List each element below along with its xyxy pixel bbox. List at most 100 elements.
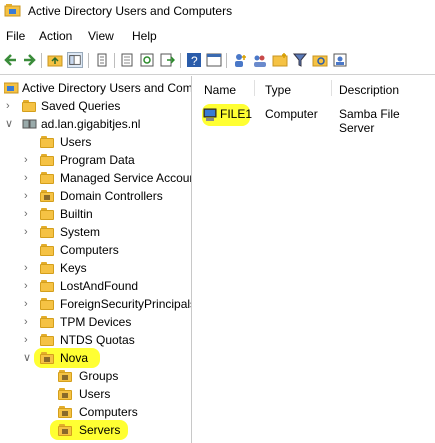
tree-item-domain-controllers[interactable]: › Domain Controllers <box>0 188 191 205</box>
table-row[interactable]: FILE1 Computer Samba File Server <box>196 106 435 135</box>
window-title: Active Directory Users and Computers <box>28 4 233 18</box>
tree-item-users[interactable]: Users <box>0 134 191 151</box>
column-header-type[interactable]: Type <box>265 83 291 97</box>
svg-text:?: ? <box>191 54 198 68</box>
tree-saved-queries[interactable]: › Saved Queries <box>0 98 191 115</box>
tree-item-foreign-security-principals[interactable]: › ForeignSecurityPrincipals <box>0 296 191 313</box>
menu-help[interactable]: Help <box>132 29 157 43</box>
tree-item-lostandfound[interactable]: › LostAndFound <box>0 278 191 295</box>
tree-item-nova-users[interactable]: Users <box>0 386 191 403</box>
tree-item-tpm-devices[interactable]: › TPM Devices <box>0 314 191 331</box>
chevron-right-icon[interactable]: › <box>24 316 34 328</box>
tree-item-label: Managed Service Accour <box>60 171 192 185</box>
folder-icon <box>40 334 56 346</box>
ou-folder-icon <box>40 352 56 364</box>
ou-folder-icon <box>58 424 74 436</box>
tree-item-label: Computers <box>79 405 138 419</box>
chevron-right-icon[interactable]: › <box>24 172 34 184</box>
column-header-name[interactable]: Name <box>204 83 236 97</box>
refresh-icon[interactable] <box>139 52 155 68</box>
domain-icon <box>22 119 37 129</box>
cell-description: Samba File Server <box>339 107 400 135</box>
chevron-right-icon[interactable]: › <box>24 334 34 346</box>
show-pane-icon[interactable] <box>67 52 83 68</box>
folder-icon <box>40 208 56 220</box>
tree-item-nova-groups[interactable]: Groups <box>0 368 191 385</box>
back-icon[interactable] <box>3 52 19 68</box>
toolbar-divider <box>0 74 435 75</box>
add-group-icon[interactable] <box>252 52 268 68</box>
ou-folder-icon <box>58 406 74 418</box>
tree-item-system[interactable]: › System <box>0 224 191 241</box>
tree-item-ntds-quotas[interactable]: › NTDS Quotas <box>0 332 191 349</box>
tree-item-nova-servers[interactable]: Servers <box>0 422 191 439</box>
ou-folder-icon <box>58 370 74 382</box>
delete-icon[interactable] <box>94 52 110 68</box>
tree-item-label: ForeignSecurityPrincipals <box>60 297 192 311</box>
tree-item-nova[interactable]: ∨ Nova <box>0 350 191 367</box>
details-pane[interactable]: Name Type Description FILE1 Computer Sam… <box>196 76 435 443</box>
folder-icon <box>40 154 56 166</box>
tree-item-label: TPM Devices <box>60 315 132 329</box>
tree-item-keys[interactable]: › Keys <box>0 260 191 277</box>
properties-icon[interactable] <box>119 52 135 68</box>
chevron-right-icon[interactable]: › <box>24 280 34 292</box>
ou-folder-icon <box>40 190 56 202</box>
chevron-right-icon[interactable]: › <box>24 226 34 238</box>
cell-name: FILE1 <box>220 107 253 121</box>
chevron-right-icon[interactable]: › <box>24 262 34 274</box>
chevron-down-icon[interactable]: ∨ <box>5 118 15 130</box>
console-icon[interactable] <box>206 52 222 68</box>
filter-icon[interactable] <box>292 52 308 68</box>
menu-action[interactable]: Action <box>39 29 72 43</box>
tree-item-label: Nova <box>60 351 89 365</box>
ou-folder-icon <box>58 388 74 400</box>
column-header-description[interactable]: Description <box>339 83 399 97</box>
menu-file[interactable]: File <box>6 29 25 43</box>
folder-icon <box>22 100 38 112</box>
tree-item-label: Users <box>60 135 92 149</box>
folder-icon <box>40 136 56 148</box>
menu-bar: File Action View Help <box>0 28 435 46</box>
add-user-icon[interactable] <box>232 52 248 68</box>
chevron-right-icon[interactable]: › <box>24 208 34 220</box>
tree-item-label: Domain Controllers <box>60 189 163 203</box>
tree-item-label: NTDS Quotas <box>60 333 135 347</box>
folder-icon <box>40 226 56 238</box>
tree-pane[interactable]: Active Directory Users and Com › Saved Q… <box>0 76 192 443</box>
export-icon[interactable] <box>159 52 175 68</box>
title-bar: Active Directory Users and Computers <box>0 0 435 24</box>
menu-view[interactable]: View <box>88 29 114 43</box>
folder-icon <box>40 172 56 184</box>
computer-icon <box>203 108 217 121</box>
tree-domain[interactable]: ∨ ad.lan.gigabitjes.nl <box>0 116 191 133</box>
group-icon[interactable] <box>332 52 348 68</box>
query-icon[interactable] <box>312 52 328 68</box>
chevron-right-icon[interactable]: › <box>24 298 34 310</box>
toolbar: ? <box>0 50 435 72</box>
help-icon[interactable]: ? <box>186 52 202 68</box>
add-ou-icon[interactable] <box>272 52 288 68</box>
chevron-down-icon[interactable]: ∨ <box>23 352 33 364</box>
folder-icon <box>40 262 56 274</box>
tree-item-label: Computers <box>60 243 119 257</box>
tree-item-label: Servers <box>79 423 121 437</box>
tree-item-builtin[interactable]: › Builtin <box>0 206 191 223</box>
chevron-right-icon[interactable]: › <box>24 154 34 166</box>
tree-item-managed-service-accounts[interactable]: › Managed Service Accour <box>0 170 191 187</box>
tree-item-label: Groups <box>79 369 119 383</box>
tree-item-nova-computers[interactable]: Computers <box>0 404 191 421</box>
folder-icon <box>40 298 56 310</box>
tree-root[interactable]: Active Directory Users and Com <box>0 80 191 97</box>
tree-item-program-data[interactable]: › Program Data <box>0 152 191 169</box>
tree-item-computers[interactable]: Computers <box>0 242 191 259</box>
chevron-right-icon[interactable]: › <box>6 100 16 112</box>
folder-icon <box>40 244 56 256</box>
chevron-right-icon[interactable]: › <box>24 190 34 202</box>
tree-domain-label: ad.lan.gigabitjes.nl <box>41 117 141 131</box>
tree-item-label: System <box>60 225 101 239</box>
cell-type: Computer <box>265 107 318 121</box>
up-folder-icon[interactable] <box>47 52 63 68</box>
forward-icon[interactable] <box>21 52 37 68</box>
folder-icon <box>40 280 56 292</box>
